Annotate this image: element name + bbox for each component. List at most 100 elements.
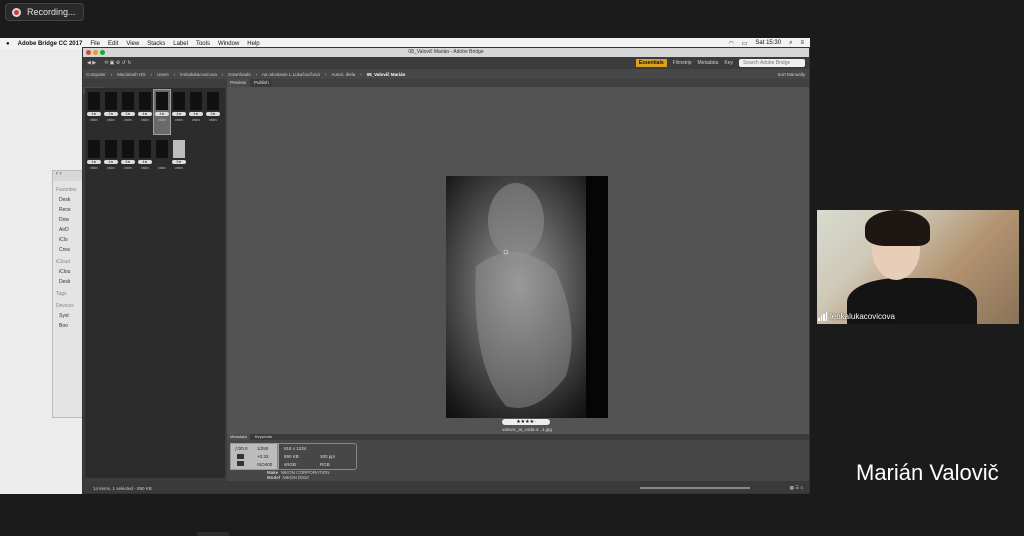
bridge-statusbar: 14 items, 1 selected - 890 KB ▦ ☰ ≡ [83,481,809,493]
recording-indicator[interactable]: Recording... [5,3,84,21]
apple-icon[interactable]: ● [6,41,10,47]
colorspace-value: sRGB [284,462,297,467]
path-item[interactable]: na odoslanie L.Lukačovičová [262,72,320,77]
finder-nav[interactable]: ‹ › [53,171,85,181]
content-panel: Content 4★valov 2★valov 3★valov 4★valov … [83,79,227,481]
metering-icon [237,454,244,459]
workspace-key[interactable]: Key [724,60,733,66]
bridge-toolbar: ◀ ▶ ⟲ ▣ ⚙ ↺ ↻ Essentials Filmstrip Metad… [83,57,809,69]
aperture-value: ƒ/20.0 [235,446,248,451]
bridge-window-title: 08_Valovič Marián - Adobe Bridge [408,49,484,55]
toolbar-tools-icons[interactable]: ⟲ ▣ ⚙ ↺ ↻ [96,60,131,66]
path-item[interactable]: Macintosh HD [117,72,145,77]
bridge-search-input[interactable]: Search Adobe Bridge [739,59,805,67]
shutter-value: 1/250 [257,446,269,451]
thumbnail-item[interactable]: 4★ valov [188,90,204,134]
metadata-tabs: Metadata Keywords [227,434,809,440]
finder-favorites-header: Favorites [56,187,77,193]
thumbnail-item[interactable]: valov [154,138,170,182]
record-icon [12,7,21,17]
preview-tabs: Preview Publish [227,79,809,87]
workspace-filmstrip[interactable]: Filmstrip [673,60,692,66]
menu-help[interactable]: Help [247,41,259,47]
workspace-metadata[interactable]: Metadata [698,60,719,66]
zoom-window-button[interactable] [100,50,105,55]
thumbnail-item[interactable]: 5★ valov [171,138,187,182]
camera-data-box: ƒ/20.0 1/250 +0.33 ISO400 [230,443,279,470]
minimize-window-button[interactable] [93,50,98,55]
menu-tools[interactable]: Tools [196,41,210,47]
thumbnail-grid: 4★ valov 2★ valov 3★ valov 4★ valov 4★ valov … [85,88,225,478]
filesize-value: 890 KB [284,454,299,459]
path-item[interactable]: Users [157,72,169,77]
menu-view[interactable]: View [126,41,139,47]
thumbnail-item[interactable]: 4★ valov [86,90,102,134]
model-value: NIKON D810 [282,475,309,480]
thumbnail-item[interactable]: 4★ valov [171,90,187,134]
thumbnail-item[interactable]: 4★ valov [137,138,153,182]
file-data-box: 818 x 1234 890 KB 300 ppi sRGB RGB [277,443,357,470]
bridge-titlebar: 08_Valovič Marián - Adobe Bridge [83,48,809,57]
wifi-icon[interactable]: ◠ [729,40,734,47]
finder-window: ‹ › Favorites Desk Rece Dow AirD iClo Cr… [52,170,86,418]
thumbnail-item[interactable]: 2★ valov [103,90,119,134]
close-window-button[interactable] [86,50,91,55]
tab-keywords[interactable]: Keywords [251,434,276,440]
path-item[interactable]: Computer [86,72,106,77]
menubar-app-name[interactable]: Adobe Bridge CC 2017 [18,41,83,47]
thumbnail-item[interactable]: 3★ valov [120,90,136,134]
active-speaker-name: Marián Valovič [856,460,999,485]
view-mode-icons[interactable]: ▦ ☰ ≡ [790,485,809,491]
thumbnail-item[interactable]: 4★ valov [137,90,153,134]
thumbnail-item-selected[interactable]: 4★ valov [153,89,171,135]
thumbnail-size-slider[interactable] [639,487,750,489]
white-balance-icon [237,461,244,466]
metadata-panel: Metadata Keywords ƒ/20.0 1/250 +0.33 ISO… [227,434,809,481]
path-item[interactable]: Downloads [228,72,250,77]
tab-preview[interactable]: Preview [227,79,250,87]
menu-label[interactable]: Label [173,41,188,47]
finder-icloud-header: iCloud [56,259,71,265]
tab-publish[interactable]: Publish [251,79,272,87]
signal-bars-icon [818,312,827,321]
back-forward-icon[interactable]: ◀ ▶ [83,60,96,66]
tab-metadata[interactable]: Metadata [227,434,250,440]
menubar-clock[interactable]: Sat 15:30 [755,40,781,47]
path-item[interactable]: Autori, diela [331,72,355,77]
bottom-tab-indicator [197,532,229,536]
make-model-info: Make NIKON CORPORATION Model NIKON D810 [267,470,329,480]
thumbnail-item[interactable]: 4★ valov [103,138,119,182]
iso-value: ISO400 [257,462,273,467]
preview-panel: Preview Publish ★★★★· valovic_at_voda-4.… [227,79,809,432]
path-item-current[interactable]: 08_Valovič Marián [367,72,406,77]
menu-list-icon[interactable]: ≡ [800,40,804,47]
participant-name-label: lenkalukacovicova [818,312,895,321]
recording-label: Recording... [27,7,76,17]
sort-menu[interactable]: Sort Manually [777,72,809,77]
status-text: 14 items, 1 selected - 890 KB [93,485,152,491]
color-mode-value: RGB [320,462,330,467]
finder-tags-header: Tags [56,291,67,297]
menu-window[interactable]: Window [218,41,239,47]
preview-rating[interactable]: ★★★★· [502,419,550,425]
dimensions-value: 818 x 1234 [284,446,307,451]
path-bar: Computer › Macintosh HD › Users › lenkaluka… [83,69,809,79]
path-item[interactable]: lenkalukacovicova [180,72,217,77]
thumbnail-item[interactable]: 4★ valov [86,138,102,182]
preview-photo[interactable] [446,176,608,418]
menu-stacks[interactable]: Stacks [147,41,165,47]
finder-devices-header: Devices [56,303,74,309]
thumbnail-item[interactable]: 5★ valov [120,138,136,182]
workspace-essentials[interactable]: Essentials [635,59,667,67]
search-icon[interactable]: ⌕ [789,40,792,47]
participant-video[interactable] [817,210,1019,324]
menu-edit[interactable]: Edit [108,41,118,47]
photo-figure-art [475,176,608,418]
menu-file[interactable]: File [90,41,100,47]
ppi-value: 300 ppi [320,454,335,459]
battery-icon[interactable]: ▭ [742,40,748,47]
thumbnail-item[interactable]: 3★ valov [205,90,221,134]
ev-value: +0.33 [257,454,269,459]
participant-hair-art [865,210,930,246]
model-label: Model [267,475,280,480]
